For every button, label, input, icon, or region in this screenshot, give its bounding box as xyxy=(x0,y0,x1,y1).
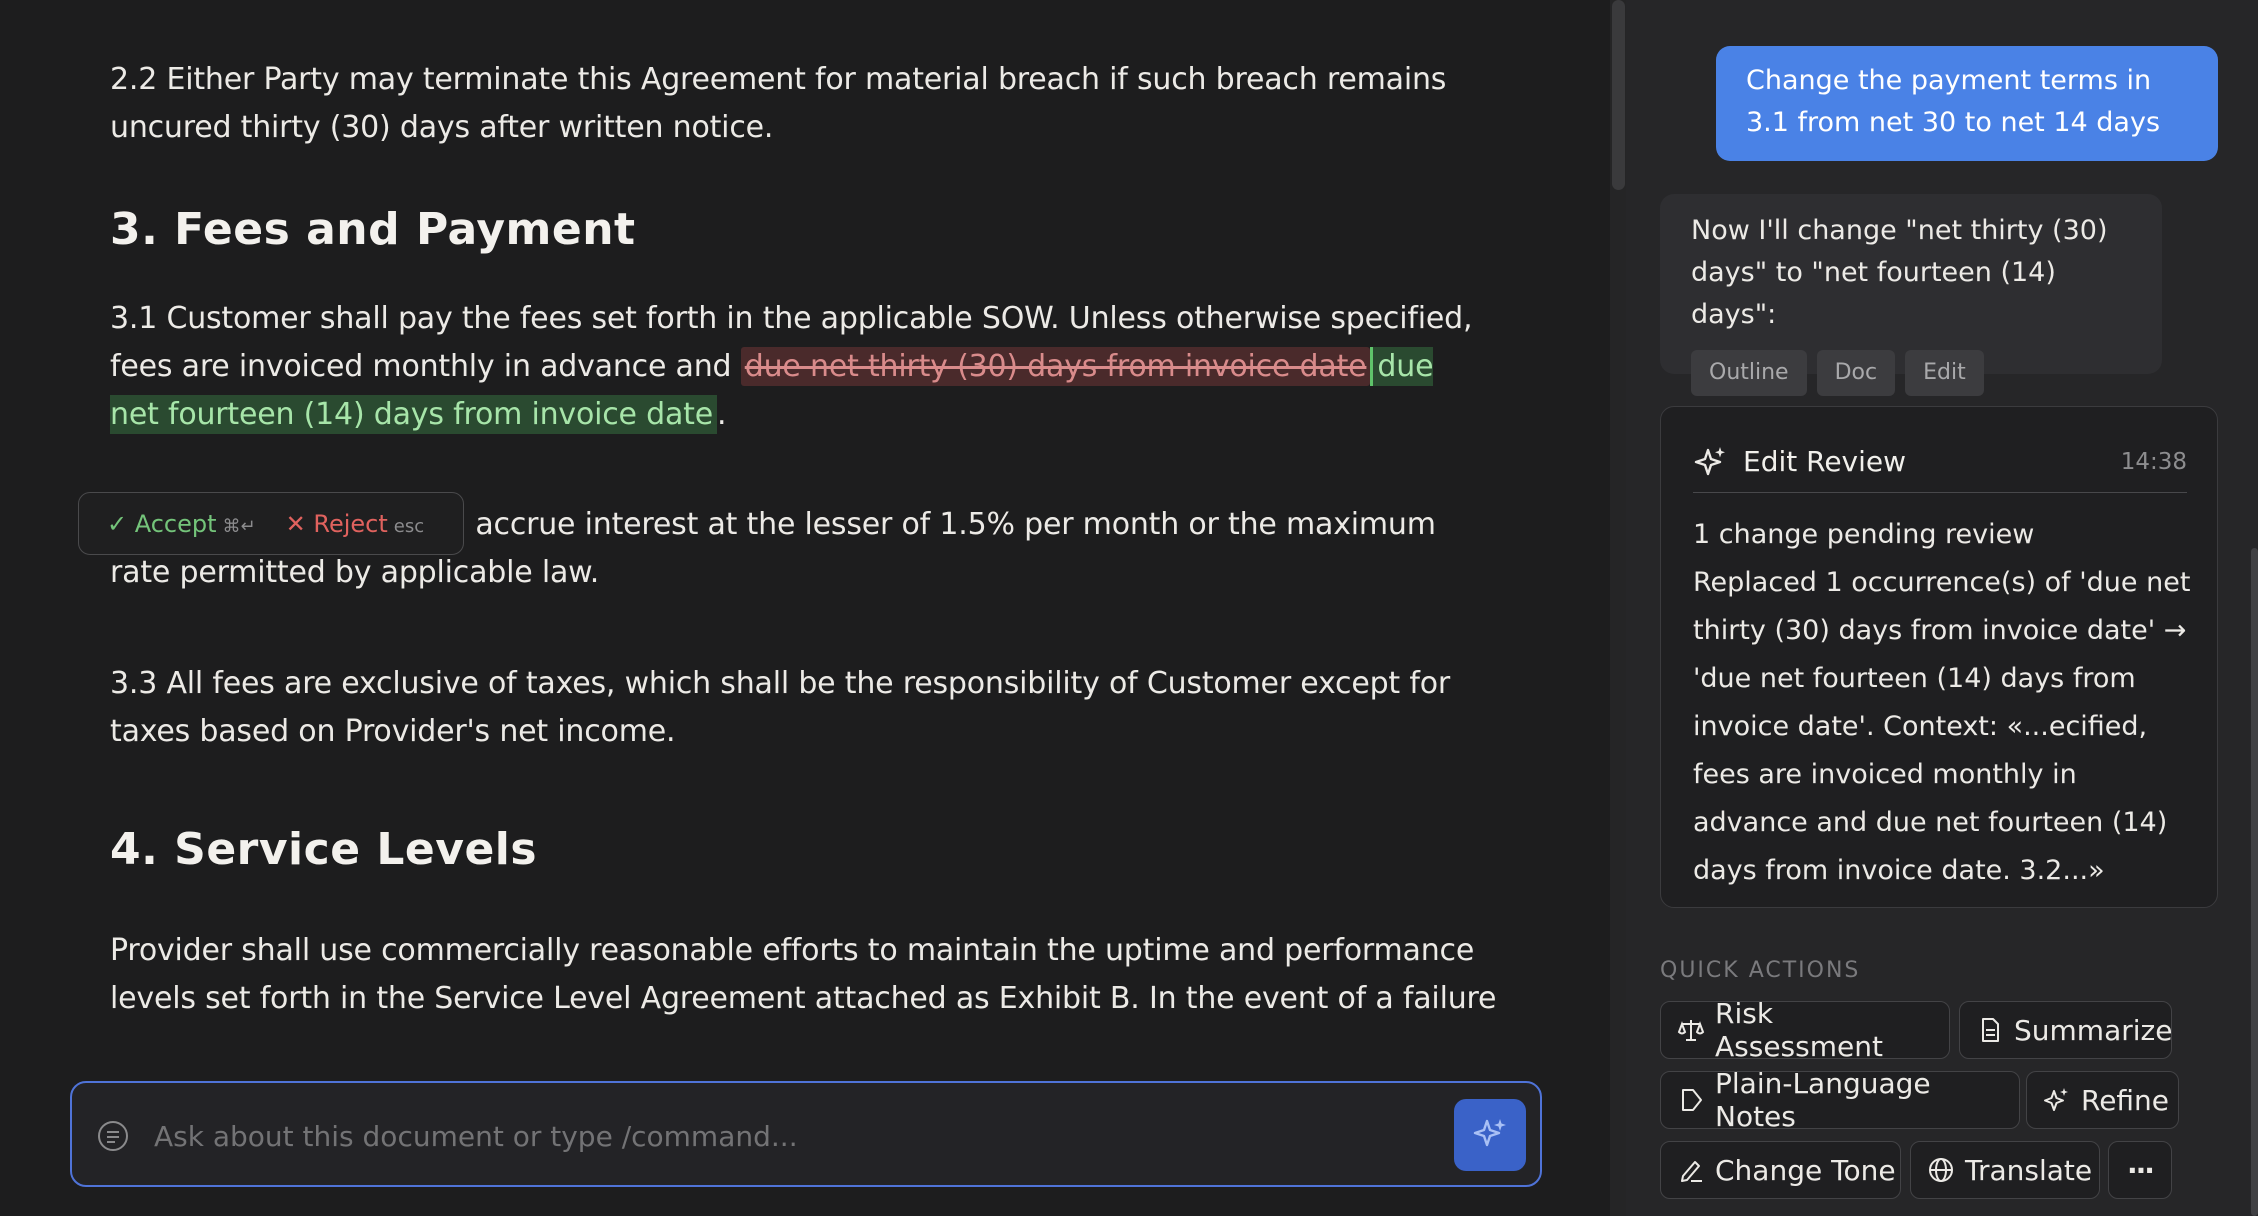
paragraph-3-3: 3.3 All fees are exclusive of taxes, whi… xyxy=(110,666,1450,749)
refine-button[interactable]: Refine xyxy=(2026,1071,2179,1129)
chip-outline[interactable]: Outline xyxy=(1691,350,1807,396)
heading-fees-and-payment: 3. Fees and Payment xyxy=(110,204,636,255)
sparkle-icon xyxy=(1694,446,1725,475)
reject-shortcut: esc xyxy=(393,515,425,537)
assistant-message-bubble: Now I'll change "net thirty (30) days" t… xyxy=(1660,194,2162,396)
ai-send-button[interactable] xyxy=(1454,1099,1526,1171)
document-scrollbar-thumb[interactable] xyxy=(1612,0,1625,190)
translate-button[interactable]: Translate xyxy=(1910,1141,2100,1199)
accept-change-button[interactable]: ✓ Accept ⌘↵ xyxy=(107,510,256,538)
chat-input-box xyxy=(70,1081,1542,1187)
risk-assessment-button[interactable]: Risk Assessment xyxy=(1660,997,1950,1063)
edit-review-title: Edit Review xyxy=(1743,445,1907,478)
paragraph-3-1-suffix: . xyxy=(717,397,727,432)
paragraph-3-1: 3.1 Customer shall pay the fees set fort… xyxy=(110,295,1490,439)
paragraph-4: Provider shall use commercially reasonab… xyxy=(110,933,1497,1016)
translate-label: Translate xyxy=(1965,1153,2093,1187)
sparkle-icon xyxy=(2044,1088,2068,1111)
globe-icon xyxy=(1929,1158,1953,1182)
plain-language-notes-label: Plain-Language Notes xyxy=(1715,1067,1931,1133)
edit-review-detail: Replaced 1 occurrence(s) of 'due net thi… xyxy=(1693,567,2191,886)
document-pane: 2.2 Either Party may terminate this Agre… xyxy=(0,0,1610,1216)
assistant-message-text: Now I'll change "net thirty (30) days" t… xyxy=(1691,215,2108,330)
risk-assessment-label: Risk Assessment xyxy=(1715,997,1883,1063)
reject-change-button[interactable]: ✕ Reject esc xyxy=(286,510,425,538)
change-review-toolbar: ✓ Accept ⌘↵ ✕ Reject esc xyxy=(78,492,464,555)
chip-edit[interactable]: Edit xyxy=(1905,350,1984,396)
summarize-label: Summarize xyxy=(2014,1013,2173,1047)
quick-actions-title: QUICK ACTIONS xyxy=(1660,958,1861,983)
paragraph-2-2: 2.2 Either Party may terminate this Agre… xyxy=(110,62,1447,145)
tag-icon xyxy=(1682,1089,1702,1111)
chip-doc[interactable]: Doc xyxy=(1816,350,1896,396)
pen-icon xyxy=(1681,1161,1702,1182)
tracked-deletion[interactable]: due net thirty (30) days from invoice da… xyxy=(740,347,1371,386)
edit-review-status: 1 change pending review xyxy=(1693,519,2035,550)
chat-input[interactable] xyxy=(154,1107,1454,1165)
sidebar-scrollbar-thumb[interactable] xyxy=(2251,548,2258,1216)
document-context-icon[interactable] xyxy=(96,1119,130,1153)
heading-service-levels: 4. Service Levels xyxy=(110,824,538,875)
app-root: 2.2 Either Party may terminate this Agre… xyxy=(0,0,2258,1216)
plain-language-notes-button[interactable]: Plain-Language Notes xyxy=(1660,1067,2020,1133)
change-tone-label: Change Tone xyxy=(1715,1153,1896,1187)
scales-icon xyxy=(1677,1020,1705,1041)
accept-label: ✓ Accept xyxy=(107,509,217,538)
reject-label: ✕ Reject xyxy=(285,509,388,538)
document-icon xyxy=(1982,1018,1999,1042)
edit-review-time: 14:38 xyxy=(2120,448,2187,475)
edit-review-body: 1 change pending review Replaced 1 occur… xyxy=(1693,511,2193,895)
refine-label: Refine xyxy=(2081,1083,2170,1117)
more-actions-button[interactable]: ··· xyxy=(2108,1141,2172,1199)
assistant-tool-chips: Outline Doc Edit xyxy=(1691,350,2131,396)
change-tone-button[interactable]: Change Tone xyxy=(1660,1141,1901,1199)
summarize-button[interactable]: Summarize xyxy=(1959,1001,2172,1059)
edit-review-card: Edit Review 14:38 1 change pending revie… xyxy=(1660,406,2218,908)
sparkle-icon xyxy=(1473,1119,1506,1147)
more-icon: ··· xyxy=(2127,1153,2155,1187)
user-message-bubble: Change the payment terms in 3.1 from net… xyxy=(1716,46,2218,161)
edit-review-header: Edit Review 14:38 xyxy=(1693,431,2187,493)
accept-shortcut: ⌘↵ xyxy=(222,515,256,537)
